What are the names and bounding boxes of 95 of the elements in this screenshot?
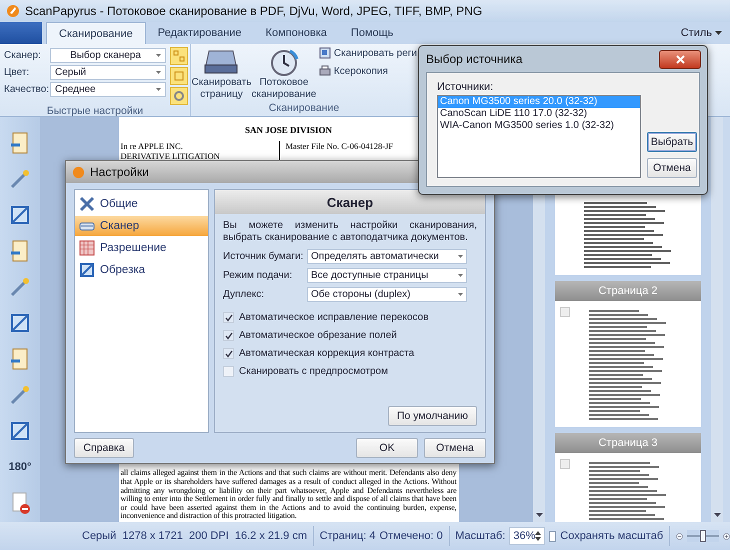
option-checkbox[interactable]: [223, 366, 234, 377]
ribbon-button[interactable]: Сканировать страницу: [191, 44, 252, 102]
window-title: ScanPapyrus - Потоковое сканирование в PDF, DjVu, Word, JPEG, TIFF, BMP, PNG: [25, 4, 482, 18]
frame-button[interactable]: [170, 67, 188, 85]
check-icon: [224, 314, 232, 322]
option-label: Автоматическое исправление перекосов: [239, 312, 429, 323]
check-icon: [224, 332, 232, 340]
dropdown[interactable]: Выбор сканера: [50, 48, 166, 63]
image-info: Серый 1278 x 1721 200 DPI 16.2 x 21.9 cm: [82, 530, 308, 542]
ribbon-tab[interactable]: Помощь: [338, 22, 406, 44]
list-label: Источники:: [437, 81, 494, 93]
checkbox-label: Сохранять масштаб: [560, 530, 664, 542]
scanner-select-button[interactable]: [170, 47, 188, 65]
close-icon: [676, 54, 684, 64]
app-logo-icon: [72, 166, 85, 178]
case-caption: DERIVATIVE LITIGATION: [120, 151, 221, 161]
source-item[interactable]: CanoScan LiDE 110 17.0 (32-32): [438, 108, 640, 120]
style-menu[interactable]: Стиль: [680, 22, 730, 44]
field-label: Режим подачи:: [223, 270, 294, 281]
ribbon-button[interactable]: Сканировать реги: [318, 47, 417, 59]
dropdown[interactable]: Обе стороны (duplex): [307, 287, 467, 302]
select-button[interactable]: Выбрать: [647, 132, 697, 152]
dropdown[interactable]: Среднее: [50, 82, 166, 97]
keep-zoom-checkbox[interactable]: [549, 530, 556, 542]
scroll-down-icon: [536, 513, 542, 518]
caret-icon: [458, 255, 463, 258]
field-label: Сканер:: [4, 50, 42, 61]
field-label: Дуплекс:: [223, 289, 266, 300]
category-item[interactable]: Сканер: [75, 216, 208, 236]
field-label: Цвет:: [4, 67, 30, 78]
ribbon-button[interactable]: Ксерокопия: [318, 65, 417, 77]
marked-count: Отмечено: 0: [380, 530, 443, 542]
zoom-spinbox[interactable]: 36%: [509, 527, 546, 545]
option-checkbox[interactable]: [223, 348, 234, 359]
dropdown[interactable]: Все доступные страницы: [307, 268, 467, 283]
case-caption: In re APPLE INC.: [120, 141, 184, 151]
document-paragraph: all claims alleged against them in the Actions and that such claims are without merit. Defendants also deny that Apple or its shareholders have suffered damages as a result of conduct alleged in the Actions. Without admitting any wrongdoing or liability on their part whatsoever, Apple and Defendants nevertheless are willing to enter into the Settlement in order fully and finally to settle and dispose of all claims that have been or could have been asserted against them in the Actions and to avoid the continuing burden, expense, inconvenience and distraction of this protracted litigation.: [120, 469, 458, 522]
zoom-label: Масштаб:: [455, 530, 506, 542]
rotate-button[interactable]: 180°: [6, 453, 34, 481]
document-heading: SAN JOSE DIVISION: [244, 125, 334, 135]
caret-icon: [156, 71, 161, 74]
caret-icon: [156, 88, 161, 91]
option-label: Автоматическое обрезание полей: [239, 330, 397, 341]
wand-icon: [8, 167, 32, 191]
category-item[interactable]: Обрезка: [75, 260, 208, 280]
field-label: Качество:: [4, 84, 50, 95]
option-label: Сканировать с предпросмотром: [239, 366, 388, 377]
scroll-down-icon: [714, 513, 720, 518]
grid-icon: [173, 50, 185, 62]
app-logo-icon: [6, 4, 20, 18]
close-button[interactable]: [659, 50, 701, 68]
settings-icon: [173, 90, 185, 102]
ribbon-button[interactable]: Потоковое сканирование: [252, 44, 316, 102]
default-button[interactable]: По умолчанию: [388, 406, 477, 426]
page-count: Страниц: 4: [320, 530, 376, 542]
ribbon-tab[interactable]: Редактирование: [146, 22, 254, 44]
option-checkbox[interactable]: [223, 312, 234, 323]
caret-icon: [458, 293, 463, 296]
region-icon: [318, 47, 331, 59]
dialog-title: Выбор источника: [426, 52, 522, 66]
cancel-button[interactable]: Отмена: [647, 158, 697, 178]
field-label: Источник бумаги:: [223, 251, 304, 262]
option-label: Автоматическая коррекция контраста: [239, 348, 414, 359]
check-icon: [224, 350, 232, 358]
ribbon-tab[interactable]: Компоновка: [254, 22, 339, 44]
cancel-button[interactable]: Отмена: [424, 438, 486, 458]
caret-icon: [715, 30, 722, 36]
dropdown[interactable]: Определять автоматически: [307, 249, 467, 264]
page-checkbox[interactable]: [560, 307, 570, 317]
dropdown[interactable]: Серый: [50, 65, 166, 80]
settings-button[interactable]: [170, 87, 188, 105]
page-label: Страница 3: [555, 433, 701, 453]
group-title: Сканирование: [268, 102, 340, 116]
grid-icon: [79, 240, 95, 256]
page-checkbox[interactable]: [560, 459, 570, 469]
option-checkbox[interactable]: [223, 330, 234, 341]
zoom-slider[interactable]: [686, 530, 719, 542]
spin-arrows-icon: [535, 530, 542, 542]
caret-icon: [458, 274, 463, 277]
description: Вы можете изменить настройки сканирования, выбрать сканирование с автоподатчика документов.: [223, 220, 477, 244]
help-button[interactable]: Справка: [74, 438, 134, 458]
category-item[interactable]: Разрешение: [75, 238, 208, 258]
case-number: Master File No. C-06-04128-JF: [284, 141, 394, 153]
page-label: Страница 2: [555, 281, 701, 301]
ok-button[interactable]: OK: [356, 438, 418, 458]
dialog-title: Настройки: [90, 165, 149, 179]
group-title: Быстрые настройки: [46, 105, 144, 117]
source-item[interactable]: WIA-Canon MG3500 series 1.0 (32-32): [438, 120, 640, 132]
scrollbar[interactable]: [711, 117, 723, 522]
caret-icon: [156, 54, 161, 57]
panel-title: Сканер: [215, 190, 485, 214]
ribbon-tab[interactable]: Сканирование: [46, 22, 146, 44]
category-item[interactable]: Общие: [75, 194, 208, 214]
frame-icon: [173, 70, 185, 82]
copier-icon: [318, 65, 331, 77]
